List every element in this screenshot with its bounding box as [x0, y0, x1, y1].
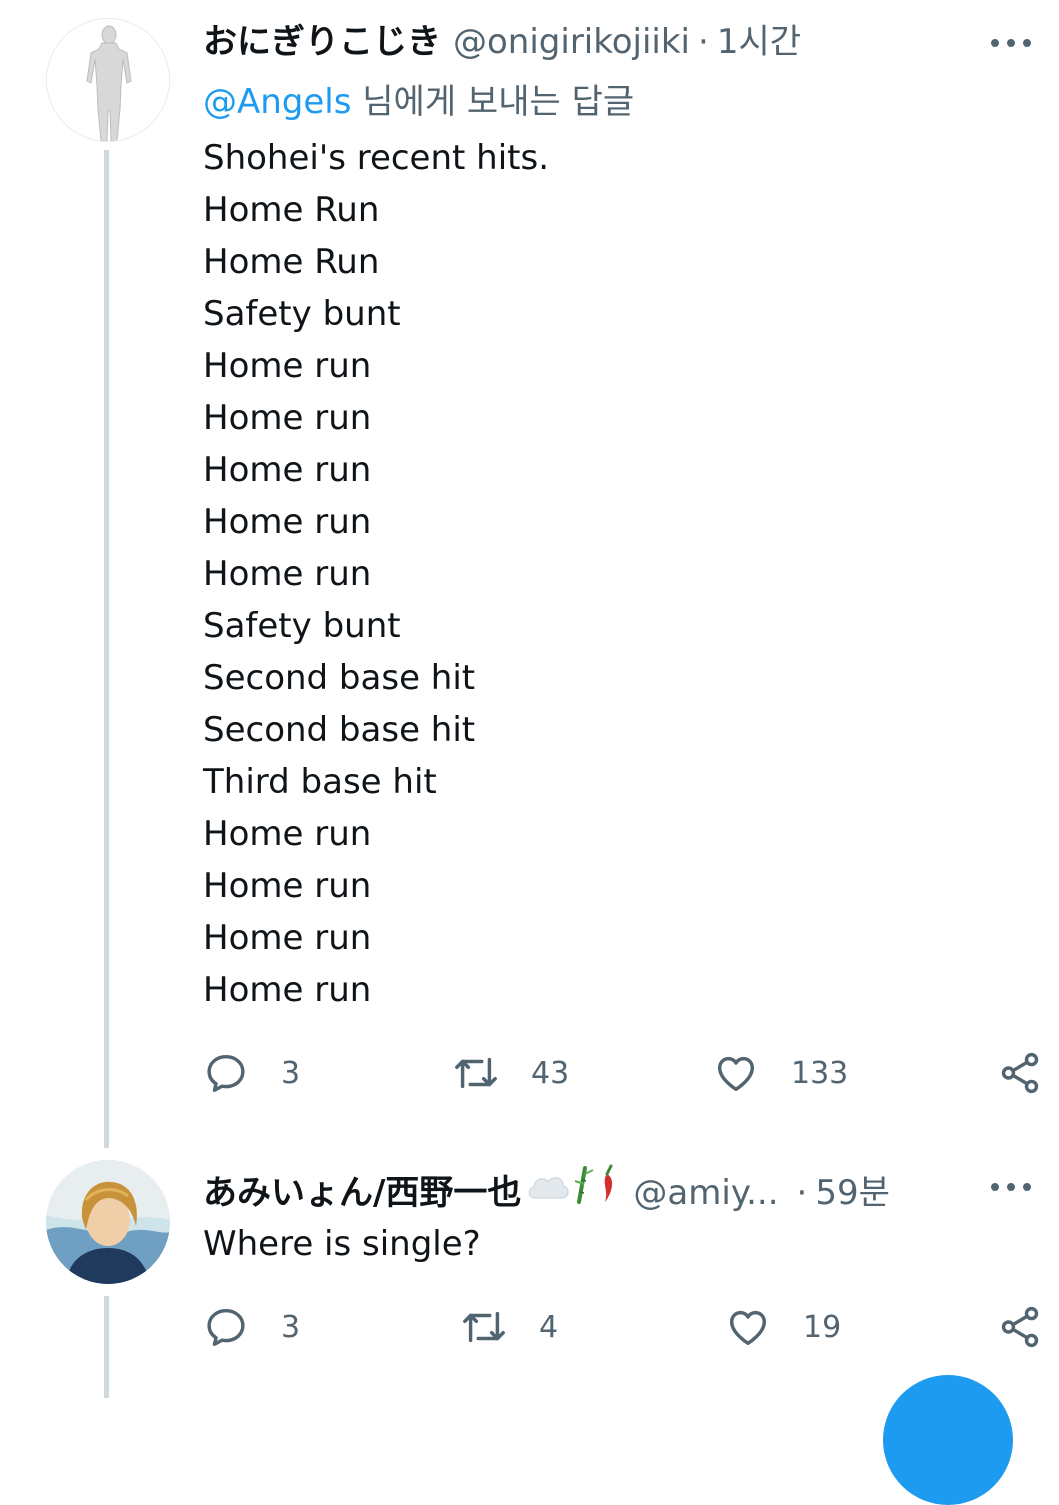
heart-icon — [729, 1310, 767, 1346]
tweet-line: Home run — [203, 502, 372, 542]
tweet-line: Home run — [203, 814, 372, 854]
replying-to-label: 님에게 보내는 답글 — [351, 82, 635, 122]
reply-count: 3 — [281, 1309, 301, 1345]
tweet-line: Second base hit — [203, 658, 476, 698]
tweet-line: Third base hit — [203, 762, 437, 802]
retweet-count: 43 — [531, 1055, 570, 1091]
retweet-button[interactable]: 43 — [453, 1048, 569, 1098]
avatar[interactable] — [46, 1160, 170, 1284]
reply-icon — [207, 1054, 245, 1092]
tweet-text: Where is single? — [203, 1218, 481, 1270]
timestamp[interactable]: 1시간 — [717, 22, 801, 62]
separator-dot: · — [698, 22, 709, 62]
avatar[interactable] — [46, 18, 170, 142]
tweet-header: あみいょん/西野一也 @amiy... · 59분 — [203, 1164, 890, 1213]
like-count: 133 — [791, 1055, 849, 1091]
tweet-line: Safety bunt — [203, 294, 401, 334]
tweet-line: Second base hit — [203, 710, 476, 750]
reply-count: 3 — [281, 1055, 301, 1091]
tweet-line: Where is single? — [203, 1224, 481, 1264]
tweet-line: Home Run — [203, 190, 380, 230]
cloud-emoji — [525, 1168, 571, 1213]
like-count: 19 — [803, 1309, 842, 1345]
reply-button[interactable]: 3 — [203, 1048, 300, 1098]
reply-icon — [207, 1308, 245, 1346]
like-button[interactable]: 19 — [725, 1302, 841, 1352]
replying-to: @Angels 님에게 보내는 답글 — [203, 80, 634, 124]
share-icon — [1001, 1052, 1039, 1094]
user-handle[interactable]: @onigirikojiiki — [453, 22, 690, 62]
share-icon — [1001, 1306, 1039, 1348]
separator-dot: · — [796, 1173, 808, 1213]
tweet-text: Shohei's recent hits. Home Run Home Run … — [203, 132, 549, 1016]
tweet-line: Home run — [203, 450, 372, 490]
tweet-line: Safety bunt — [203, 606, 401, 646]
more-icon[interactable] — [991, 33, 1031, 53]
retweet-icon — [455, 1057, 497, 1089]
tweet-line: Home run — [203, 554, 372, 594]
bamboo-emoji — [571, 1164, 595, 1213]
retweet-icon — [463, 1311, 505, 1343]
tweet-actions: 3 4 19 — [203, 1302, 1043, 1352]
tweet-line: Home run — [203, 346, 372, 386]
share-button[interactable] — [997, 1302, 1043, 1352]
display-name[interactable]: あみいょん/西野一也 — [203, 1173, 521, 1213]
retweet-button[interactable]: 4 — [461, 1302, 558, 1352]
tweet-line: Home run — [203, 970, 372, 1010]
timestamp[interactable]: 59분 — [815, 1173, 890, 1213]
user-handle[interactable]: @amiy... — [633, 1173, 778, 1213]
more-icon[interactable] — [991, 1177, 1031, 1197]
retweet-count: 4 — [539, 1309, 559, 1345]
chili-pepper-emoji — [595, 1164, 621, 1213]
heart-icon — [717, 1056, 755, 1092]
tweet-line: Home Run — [203, 242, 380, 282]
compose-button[interactable] — [883, 1375, 1013, 1505]
reply-button[interactable]: 3 — [203, 1302, 300, 1352]
thread-line-continuation — [104, 1296, 109, 1398]
share-button[interactable] — [997, 1048, 1043, 1098]
tweet-line: Shohei's recent hits. — [203, 138, 550, 178]
thread-line — [104, 150, 109, 1148]
tweet-header: おにぎりこじき @onigirikojiiki · 1시간 — [203, 22, 801, 62]
display-name[interactable]: おにぎりこじき — [203, 22, 441, 62]
tweet-line: Home run — [203, 918, 372, 958]
tweet-actions: 3 43 133 — [203, 1048, 1043, 1098]
tweet-line: Home run — [203, 398, 372, 438]
tweet-line: Home run — [203, 866, 372, 906]
mention-link[interactable]: @Angels — [203, 82, 351, 122]
like-button[interactable]: 133 — [713, 1048, 848, 1098]
